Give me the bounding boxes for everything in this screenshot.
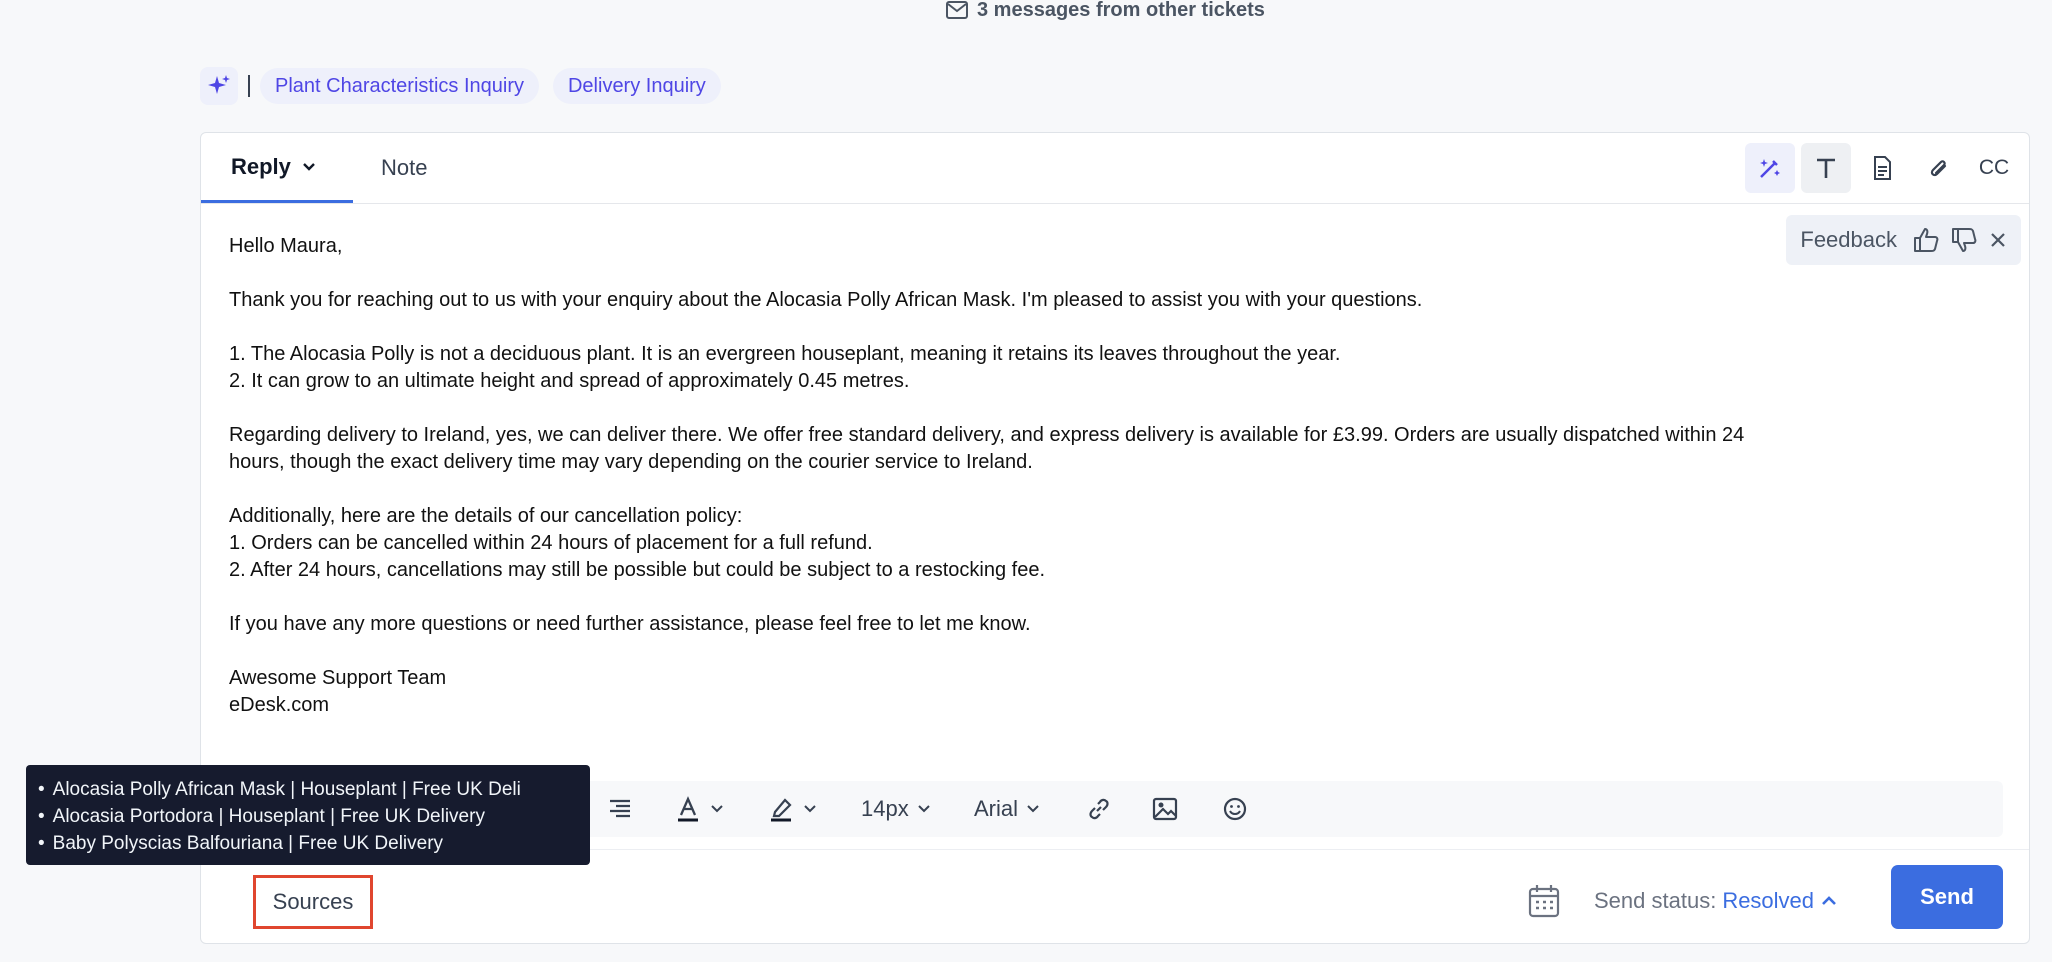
message-policy-intro: Additionally, here are the details of ou… [229, 505, 743, 527]
signature-site: eDesk.com [229, 694, 330, 716]
sources-tooltip: Alocasia Polly African Mask | Houseplant… [26, 765, 590, 865]
send-status-value: Resolved [1722, 888, 1815, 913]
link-icon [1089, 798, 1109, 820]
chevron-down-icon [918, 805, 930, 813]
tab-reply-label: Reply [231, 153, 291, 179]
attach-button[interactable] [1913, 143, 1963, 193]
message-closing: If you have any more questions or need f… [229, 613, 1031, 635]
message-delivery-line-2: hours, though the exact delivery time ma… [229, 451, 1033, 473]
message-point-1: 1. The Alocasia Polly is not a deciduous… [229, 343, 1341, 365]
message-greeting: Hello Maura, [229, 235, 343, 257]
source-item: Alocasia Polly African Mask | Houseplant… [38, 776, 590, 803]
envelope-icon [946, 1, 968, 19]
align-right-button[interactable] [607, 781, 633, 837]
close-icon[interactable] [1987, 229, 2009, 251]
emoji-icon [1223, 797, 1247, 821]
message-point-2: 2. It can grow to an ultimate height and… [229, 370, 910, 392]
calendar-icon[interactable] [1527, 883, 1561, 919]
insert-image-button[interactable] [1151, 781, 1179, 837]
font-size-value: 14px [861, 796, 909, 821]
ai-tag-row: Plant Characteristics Inquiry Delivery I… [200, 66, 735, 106]
source-item: Alocasia Portodora | Houseplant | Free U… [38, 803, 590, 830]
message-delivery-line-1: Regarding delivery to Ireland, yes, we c… [229, 424, 1745, 446]
font-family-value: Arial [974, 796, 1019, 821]
ticket-reply-screen: 3 messages from other tickets Plant Char… [0, 0, 2052, 962]
other-tickets-text: 3 messages from other tickets [977, 0, 1265, 21]
text-format-button[interactable] [1801, 143, 1851, 193]
source-item: Baby Polyscias Balfouriana | Free UK Del… [38, 830, 590, 857]
highlighter-icon [771, 798, 792, 822]
font-family-select[interactable]: Arial [974, 781, 1040, 837]
template-button[interactable] [1857, 143, 1907, 193]
tab-reply[interactable]: Reply [201, 133, 353, 203]
send-status-label: Send status: [1594, 888, 1717, 913]
text-color-button[interactable] [674, 781, 724, 837]
send-status-select[interactable]: Send status: Resolved [1594, 883, 1838, 919]
sparkle-icon [208, 75, 230, 94]
tag-delivery-inquiry[interactable]: Delivery Inquiry [552, 68, 721, 104]
chevron-down-icon [711, 805, 723, 813]
align-right-icon [610, 799, 630, 818]
message-policy-2: 2. After 24 hours, cancellations may sti… [229, 559, 1046, 581]
insert-link-button[interactable] [1085, 781, 1113, 837]
sources-list: Alocasia Polly African Mask | Houseplant… [38, 776, 590, 857]
tab-note[interactable]: Note [381, 133, 427, 203]
chevron-down-icon [804, 805, 816, 813]
text-color-icon [678, 796, 698, 822]
sources-button[interactable]: Sources [253, 875, 373, 929]
ai-rewrite-button[interactable] [1745, 143, 1795, 193]
text-format-icon [1817, 158, 1835, 178]
composer-tools: CC [1745, 143, 2019, 193]
document-icon [1874, 156, 1891, 180]
message-intro: Thank you for reaching out to us with yo… [229, 289, 1423, 311]
message-policy-1: 1. Orders can be cancelled within 24 hou… [229, 532, 873, 554]
emoji-button[interactable] [1222, 781, 1248, 837]
magic-wand-icon [1760, 159, 1780, 178]
composer-tabs: Reply Note CC [201, 133, 2029, 204]
chevron-down-icon [1027, 805, 1039, 813]
ai-sparkle-button[interactable] [200, 67, 238, 105]
paperclip-icon [1930, 160, 1947, 177]
tag-plant-characteristics[interactable]: Plant Characteristics Inquiry [260, 68, 539, 104]
other-tickets-notice[interactable]: 3 messages from other tickets [945, 0, 1265, 21]
image-icon [1152, 797, 1178, 821]
cc-button[interactable]: CC [1969, 143, 2019, 193]
font-size-select[interactable]: 14px [861, 781, 931, 837]
chevron-down-icon [303, 162, 315, 171]
signature-team: Awesome Support Team [229, 667, 447, 689]
reply-body[interactable]: Hello Maura, Thank you for reaching out … [229, 233, 1989, 719]
chevron-up-icon [1822, 896, 1836, 905]
tag-divider [248, 75, 250, 97]
highlight-color-button[interactable] [767, 781, 817, 837]
send-button[interactable]: Send [1891, 865, 2003, 929]
